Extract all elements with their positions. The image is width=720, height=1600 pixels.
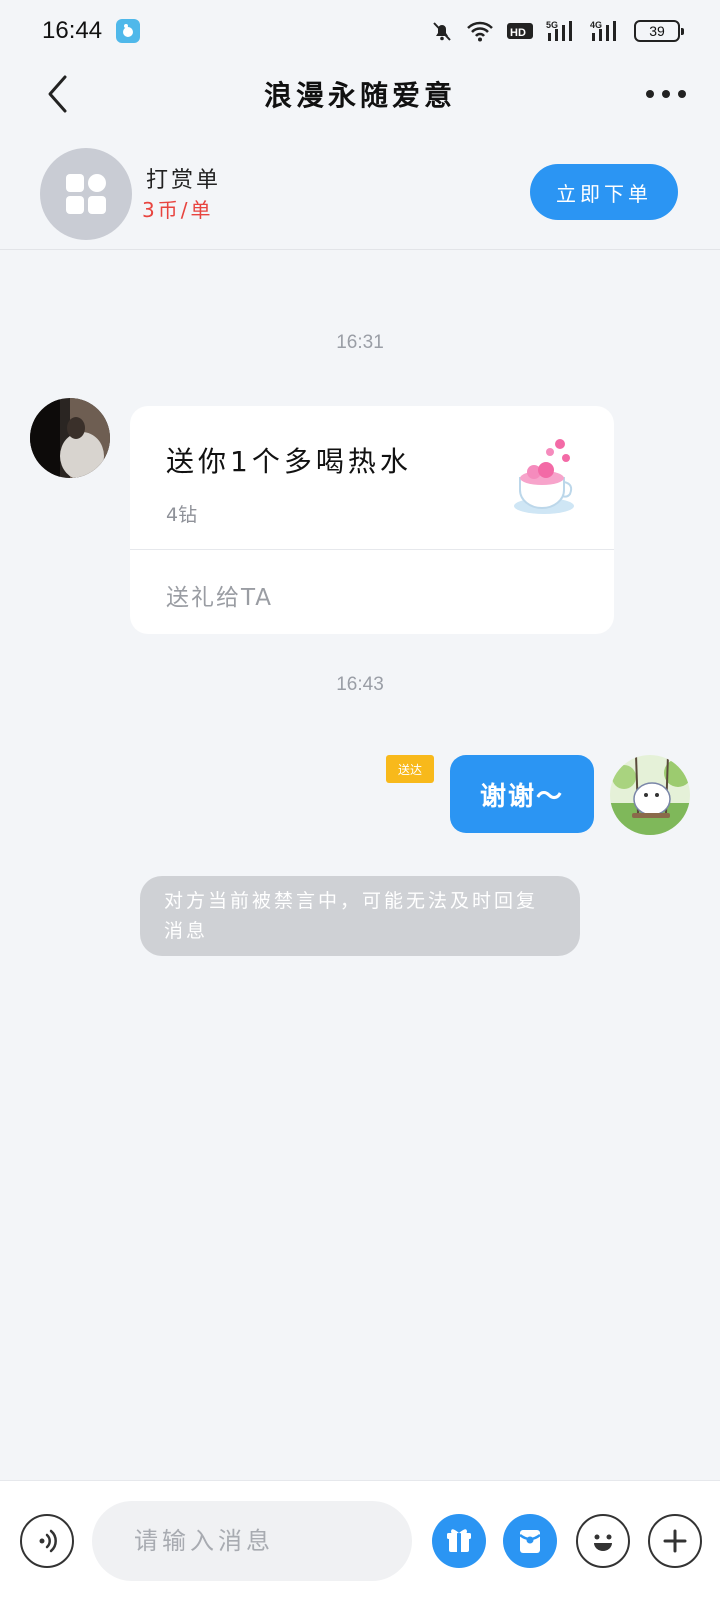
wifi-icon [466, 20, 494, 42]
gift-title: 送你1个多喝热水 [166, 445, 412, 478]
mute-bell-icon [430, 19, 454, 43]
contact-avatar[interactable] [30, 398, 110, 478]
plus-icon[interactable] [648, 1514, 702, 1568]
gift-icon[interactable] [432, 1514, 486, 1568]
status-indicators: HD 5G 4G 39 [430, 19, 684, 43]
message-timestamp: 16:43 [336, 674, 384, 695]
message-timestamp: 16:31 [336, 332, 384, 353]
message-input[interactable] [92, 1501, 412, 1581]
emoji-icon[interactable] [576, 1514, 630, 1568]
my-avatar[interactable] [610, 755, 690, 835]
svg-text:5G: 5G [546, 20, 558, 30]
more-dots-icon[interactable] [638, 74, 694, 114]
grid-apps-icon [40, 148, 132, 240]
svg-text:4G: 4G [590, 20, 602, 30]
gift-divider [130, 549, 614, 550]
status-bar: 16:44 HD 5G 4G 39 [0, 0, 720, 62]
order-title: 打赏单 [146, 168, 222, 193]
order-now-button[interactable]: 立即下单 [530, 164, 678, 220]
5g-signal-icon: 5G [546, 19, 578, 43]
order-price: 3币/单 [142, 198, 214, 222]
status-time: 16:44 [42, 17, 103, 44]
order-bar: 打赏单 3币/单 立即下单 [0, 138, 720, 250]
hot-water-cup-icon [510, 434, 580, 518]
send-gift-link[interactable]: 送礼给TA [166, 578, 273, 612]
svg-text:HD: HD [510, 27, 526, 39]
back-arrow-icon[interactable] [36, 72, 80, 116]
page-title: 浪漫永随爱意 [263, 79, 456, 112]
gift-message-card[interactable]: 送你1个多喝热水 4钻 送礼给TA [130, 406, 614, 634]
voice-icon[interactable] [20, 1514, 74, 1568]
4g-signal-icon: 4G [590, 19, 622, 43]
my-message-bubble[interactable]: 谢谢～ [450, 755, 594, 833]
battery-level: 39 [649, 23, 665, 39]
app-icon [116, 19, 141, 43]
gift-price: 4钻 [166, 504, 198, 526]
input-bar [0, 1480, 720, 1600]
battery-icon: 39 [634, 20, 684, 42]
my-message-text: 谢谢～ [479, 781, 564, 812]
red-packet-icon[interactable] [503, 1514, 557, 1568]
system-notice: 对方当前被禁言中，可能无法及时回复消息 [140, 876, 580, 956]
title-bar: 浪漫永随爱意 [0, 62, 720, 126]
hd-icon: HD [506, 21, 534, 41]
delivery-status-badge: 送达 [386, 755, 434, 783]
